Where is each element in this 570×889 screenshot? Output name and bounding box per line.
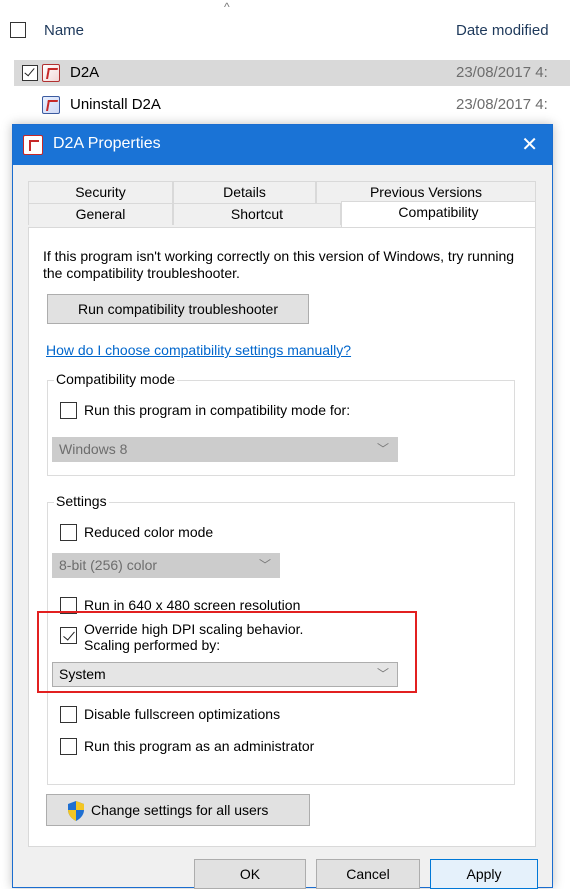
- file-row-d2a[interactable]: D2A 23/08/2017 4:: [14, 60, 570, 86]
- column-header-date[interactable]: Date modified: [456, 22, 549, 39]
- color-depth-dropdown: 8-bit (256) color ﹀: [52, 553, 280, 578]
- file-date: 23/08/2017 4:: [456, 64, 548, 81]
- uac-shield-icon: [68, 801, 84, 821]
- row-checkbox[interactable]: [22, 65, 38, 81]
- compat-mode-checkbox[interactable]: [60, 402, 77, 419]
- column-header-name[interactable]: Name: [44, 22, 84, 39]
- select-all-checkbox[interactable]: [10, 22, 26, 38]
- checkbox-label: Reduced color mode: [84, 524, 214, 540]
- file-row-uninstall[interactable]: Uninstall D2A 23/08/2017 4:: [14, 92, 570, 118]
- file-date: 23/08/2017 4:: [456, 96, 548, 113]
- d2a-app-icon: [23, 135, 43, 155]
- tab-previous-versions[interactable]: Previous Versions: [316, 181, 536, 203]
- os-version-dropdown: Windows 8 ﹀: [52, 437, 398, 462]
- run-as-admin-checkbox-row[interactable]: Run this program as an administrator: [60, 737, 500, 757]
- tab-compatibility[interactable]: Compatibility: [341, 201, 536, 227]
- intro-text: If this program isn't working correctly …: [43, 248, 515, 281]
- dialog-title: D2A Properties: [53, 135, 161, 152]
- dialog-titlebar[interactable]: D2A Properties ✕: [13, 125, 552, 165]
- close-icon[interactable]: ✕: [521, 132, 538, 157]
- manual-settings-link[interactable]: How do I choose compatibility settings m…: [46, 342, 351, 358]
- d2a-app-icon: [42, 64, 60, 82]
- group-title: Compatibility mode: [54, 371, 178, 387]
- checkbox-label: Disable fullscreen optimizations: [84, 706, 281, 722]
- compatibility-mode-group: Compatibility mode Run this program in c…: [47, 371, 515, 476]
- compat-mode-checkbox-row[interactable]: Run this program in compatibility mode f…: [60, 401, 500, 421]
- chevron-down-icon: ﹀: [258, 558, 271, 572]
- chevron-down-icon: ﹀: [376, 442, 389, 456]
- fullscreen-opt-checkbox-row[interactable]: Disable fullscreen optimizations: [60, 705, 500, 725]
- ok-button[interactable]: OK: [194, 859, 306, 889]
- cancel-button[interactable]: Cancel: [316, 859, 420, 889]
- uninstall-app-icon: [42, 96, 60, 114]
- fullscreen-opt-checkbox[interactable]: [60, 706, 77, 723]
- properties-dialog: D2A Properties ✕ Security Details Previo…: [12, 124, 553, 889]
- highlight-box: [37, 611, 417, 693]
- apply-button[interactable]: Apply: [430, 859, 538, 889]
- dropdown-value: 8-bit (256) color: [59, 557, 158, 573]
- sort-up-icon[interactable]: ^: [224, 0, 230, 14]
- run-as-admin-checkbox[interactable]: [60, 738, 77, 755]
- compatibility-panel: If this program isn't working correctly …: [28, 227, 536, 847]
- group-title: Settings: [54, 493, 109, 509]
- run-troubleshooter-button[interactable]: Run compatibility troubleshooter: [47, 294, 309, 324]
- button-label: Change settings for all users: [91, 802, 269, 818]
- dropdown-value: Windows 8: [59, 441, 128, 457]
- checkbox-label: Run this program in compatibility mode f…: [84, 402, 351, 418]
- file-name: Uninstall D2A: [70, 96, 161, 113]
- reduced-color-checkbox-row[interactable]: Reduced color mode: [60, 523, 500, 543]
- file-name: D2A: [70, 64, 100, 81]
- tab-details[interactable]: Details: [173, 181, 316, 203]
- tab-security[interactable]: Security: [28, 181, 173, 203]
- change-all-users-button[interactable]: Change settings for all users: [46, 794, 310, 826]
- checkbox-label: Run this program as an administrator: [84, 738, 315, 754]
- reduced-color-checkbox[interactable]: [60, 524, 77, 541]
- tab-shortcut[interactable]: Shortcut: [173, 203, 341, 225]
- tab-general[interactable]: General: [28, 203, 173, 225]
